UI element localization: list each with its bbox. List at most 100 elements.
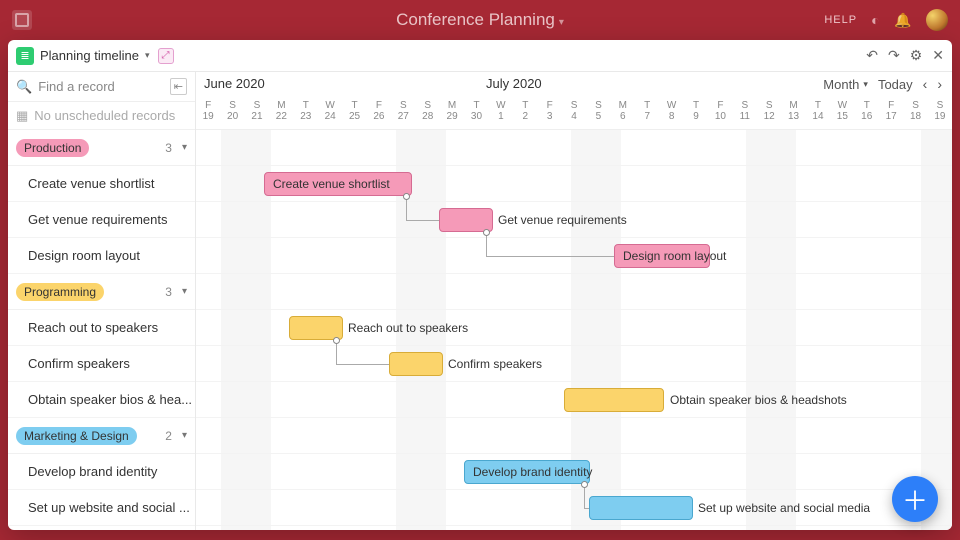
day-column-header: T30 xyxy=(464,100,488,129)
search-row[interactable]: 🔍 Find a record ⇤ xyxy=(8,72,195,102)
app-logo[interactable] xyxy=(12,10,32,30)
day-column-header: S20 xyxy=(220,100,244,129)
day-column-header: W15 xyxy=(830,100,854,129)
group-pill: Marketing & Design xyxy=(16,427,137,445)
day-column-header: T25 xyxy=(342,100,366,129)
day-column-header: F26 xyxy=(367,100,391,129)
day-column-header: T7 xyxy=(635,100,659,129)
day-column-header: S5 xyxy=(586,100,610,129)
day-column-header: W1 xyxy=(489,100,513,129)
sidebar: 🔍 Find a record ⇤ ▦ No unscheduled recor… xyxy=(8,72,196,530)
timeline-bar[interactable] xyxy=(589,496,693,520)
day-column-header: S27 xyxy=(391,100,415,129)
timeline-bar[interactable]: Design room layout xyxy=(614,244,710,268)
day-column-header: T9 xyxy=(684,100,708,129)
scale-selector[interactable]: Month▾ xyxy=(823,77,868,92)
chevron-down-icon[interactable]: ▾ xyxy=(182,142,187,153)
bar-label: Set up website and social media xyxy=(698,501,870,515)
connector-dot xyxy=(581,481,588,488)
prev-icon[interactable]: ‹ xyxy=(923,76,928,92)
timeline-bar[interactable] xyxy=(389,352,443,376)
day-column-header: F3 xyxy=(537,100,561,129)
connector-dot xyxy=(483,229,490,236)
day-column-header: T2 xyxy=(513,100,537,129)
card-header: ≣ Planning timeline ▾ ⤢ ↶ ↷ ⚙ ✕ xyxy=(8,40,952,72)
timeline-bar[interactable]: Create venue shortlist xyxy=(264,172,412,196)
avatar[interactable] xyxy=(926,9,948,31)
task-row[interactable]: Obtain speaker bios & hea... xyxy=(8,382,195,418)
base-title[interactable]: Conference Planning▾ xyxy=(396,10,564,30)
search-placeholder: Find a record xyxy=(38,79,115,94)
connector-dot xyxy=(333,337,340,344)
group-pill: Programming xyxy=(16,283,104,301)
day-column-header: F17 xyxy=(879,100,903,129)
grid-icon: ▦ xyxy=(16,108,28,124)
day-column-header: S4 xyxy=(562,100,586,129)
timeline-header: June 2020July 2020 Month▾ Today ‹ › F19S… xyxy=(196,72,952,130)
timeline-bar[interactable]: Develop brand identity xyxy=(464,460,590,484)
expand-icon[interactable]: ⤢ xyxy=(158,48,174,64)
timeline-card: ≣ Planning timeline ▾ ⤢ ↶ ↷ ⚙ ✕ 🔍 Find a… xyxy=(8,40,952,530)
group-pill: Production xyxy=(16,139,89,157)
day-column-header: T23 xyxy=(294,100,318,129)
day-column-header: M29 xyxy=(440,100,464,129)
group-count: 3 xyxy=(165,285,172,299)
group-header[interactable]: Marketing & Design 2 ▾ xyxy=(8,418,195,454)
help-icon[interactable]: ◐ xyxy=(871,12,880,28)
task-row[interactable]: Confirm speakers xyxy=(8,346,195,382)
notifications-icon[interactable]: 🔔 xyxy=(894,12,912,29)
add-button[interactable]: ＋ xyxy=(892,476,938,522)
unscheduled-row[interactable]: ▦ No unscheduled records xyxy=(8,102,195,130)
unscheduled-label: No unscheduled records xyxy=(34,108,175,123)
close-icon[interactable]: ✕ xyxy=(932,47,944,64)
day-column-header: M13 xyxy=(781,100,805,129)
next-icon[interactable]: › xyxy=(937,76,942,92)
day-column-header: T16 xyxy=(855,100,879,129)
chevron-down-icon[interactable]: ▾ xyxy=(182,430,187,441)
task-row[interactable]: Set up website and social ... xyxy=(8,490,195,526)
gantt-icon: ≣ xyxy=(16,47,34,65)
bar-label: Obtain speaker bios & headshots xyxy=(670,393,847,407)
app-topbar: Conference Planning▾ HELP ◐ 🔔 xyxy=(0,0,960,40)
group-count: 3 xyxy=(165,141,172,155)
timeline-area[interactable]: June 2020July 2020 Month▾ Today ‹ › F19S… xyxy=(196,72,952,530)
month-label: July 2020 xyxy=(486,76,542,91)
group-header[interactable]: Production 3 ▾ xyxy=(8,130,195,166)
bar-label: Get venue requirements xyxy=(498,213,627,227)
task-row[interactable]: Design room layout xyxy=(8,238,195,274)
day-column-header: S11 xyxy=(733,100,757,129)
day-column-header: S28 xyxy=(416,100,440,129)
day-column-header: S21 xyxy=(245,100,269,129)
day-column-header: W24 xyxy=(318,100,342,129)
search-icon: 🔍 xyxy=(16,79,32,95)
connector-dot xyxy=(403,193,410,200)
view-name[interactable]: Planning timeline xyxy=(40,48,139,63)
day-column-header: S19 xyxy=(928,100,952,129)
day-column-header: W8 xyxy=(659,100,683,129)
chevron-down-icon[interactable]: ▾ xyxy=(182,286,187,297)
task-row[interactable]: Reach out to speakers xyxy=(8,310,195,346)
day-column-header: F19 xyxy=(196,100,220,129)
collapse-sidebar-icon[interactable]: ⇤ xyxy=(170,78,187,95)
today-button[interactable]: Today xyxy=(878,77,913,92)
chevron-down-icon[interactable]: ▾ xyxy=(145,50,150,61)
day-column-header: S18 xyxy=(903,100,927,129)
task-row[interactable]: Get venue requirements xyxy=(8,202,195,238)
group-header[interactable]: Programming 3 ▾ xyxy=(8,274,195,310)
task-row[interactable]: Create venue shortlist xyxy=(8,166,195,202)
timeline-bar[interactable] xyxy=(564,388,664,412)
undo-icon[interactable]: ↶ xyxy=(866,47,878,64)
group-count: 2 xyxy=(165,429,172,443)
timeline-body[interactable]: Create venue shortlist Get venue requirem… xyxy=(196,130,952,530)
day-column-header: M6 xyxy=(611,100,635,129)
chevron-down-icon: ▾ xyxy=(559,17,564,28)
gear-icon[interactable]: ⚙ xyxy=(910,47,923,64)
day-column-header: S12 xyxy=(757,100,781,129)
month-label: June 2020 xyxy=(204,76,265,91)
redo-icon[interactable]: ↷ xyxy=(888,47,900,64)
help-link[interactable]: HELP xyxy=(824,14,857,26)
bar-label: Confirm speakers xyxy=(448,357,542,371)
day-column-header: T14 xyxy=(806,100,830,129)
day-column-header: F10 xyxy=(708,100,732,129)
task-row[interactable]: Develop brand identity xyxy=(8,454,195,490)
